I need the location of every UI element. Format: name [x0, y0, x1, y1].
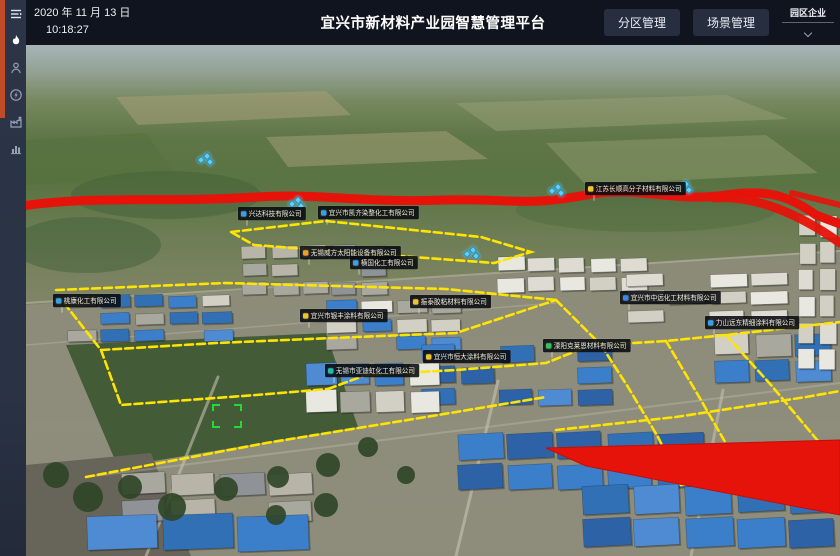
company-marker-icon	[353, 260, 358, 265]
company-label-text: 宜兴市凯齐染整化工有限公司	[329, 208, 415, 218]
company-marker-icon	[426, 354, 431, 359]
company-marker-icon	[303, 250, 308, 255]
smart-park-dashboard: 2020 年 11 月 13 日 10:18:27 宜兴市新材料产业园智慧管理平…	[0, 0, 840, 556]
menu-icon[interactable]	[6, 4, 26, 24]
company-label[interactable]: 宜兴市中远化工材料有限公司	[620, 291, 721, 304]
bar-chart-icon[interactable]	[6, 139, 26, 159]
company-label[interactable]: 无锡市亚迪虹化工有限公司	[325, 364, 419, 377]
factory-icon[interactable]	[6, 112, 26, 132]
company-label-text: 宜兴市恒大涂料有限公司	[434, 352, 507, 362]
company-marker-icon	[546, 343, 551, 348]
sensor-marker[interactable]	[197, 152, 215, 166]
company-marker-icon	[56, 298, 61, 303]
company-label[interactable]: 江苏长顺高分子材料有限公司	[585, 182, 686, 195]
company-marker-icon	[623, 295, 628, 300]
company-label[interactable]: 宜兴市恒大涂料有限公司	[423, 350, 511, 363]
company-label[interactable]: 振泰胶粘材料有限公司	[410, 295, 491, 308]
selection-bracket	[212, 404, 242, 428]
map-viewport[interactable]: 兴达科技有限公司宜兴市凯齐染整化工有限公司无锡威方太阳能设备有限公司横国化工有限…	[26, 45, 840, 556]
left-sidebar	[0, 0, 26, 556]
company-label[interactable]: 宜兴市凯齐染整化工有限公司	[318, 206, 419, 219]
company-label[interactable]: 桃康化工有限公司	[53, 294, 121, 307]
company-marker-icon	[708, 320, 713, 325]
company-label[interactable]: 宜兴市银丰涂料有限公司	[300, 309, 388, 322]
company-label-text: 宜兴市中远化工材料有限公司	[631, 293, 717, 303]
enterprise-dropdown-label: 园区企业	[782, 6, 834, 23]
company-label-text: 横国化工有限公司	[361, 258, 414, 268]
company-marker-icon	[413, 299, 418, 304]
company-marker-icon	[241, 211, 246, 216]
company-label[interactable]: 兴达科技有限公司	[238, 207, 306, 220]
chevron-down-icon	[804, 29, 812, 37]
company-label-text: 力山远东精细涂料有限公司	[716, 318, 795, 328]
sensor-marker[interactable]	[463, 246, 481, 260]
company-label-text: 桃康化工有限公司	[64, 296, 117, 306]
sensor-marker[interactable]	[548, 183, 566, 197]
company-marker-icon	[303, 313, 308, 318]
company-marker-icon	[328, 368, 333, 373]
company-label-text: 江苏长顺高分子材料有限公司	[596, 184, 682, 194]
power-icon[interactable]	[6, 85, 26, 105]
company-label-text: 宜兴市银丰涂料有限公司	[311, 311, 384, 321]
top-bar: 2020 年 11 月 13 日 10:18:27 宜兴市新材料产业园智慧管理平…	[26, 0, 840, 45]
company-marker-icon	[588, 186, 593, 191]
company-label-text: 无锡市亚迪虹化工有限公司	[336, 366, 415, 376]
fire-icon[interactable]	[6, 31, 26, 51]
scene-manage-button[interactable]: 场景管理	[693, 9, 769, 36]
zone-manage-button[interactable]: 分区管理	[604, 9, 680, 36]
company-label-text: 振泰胶粘材料有限公司	[421, 297, 487, 307]
company-label[interactable]: 横国化工有限公司	[350, 256, 418, 269]
company-label-text: 兴达科技有限公司	[249, 209, 302, 219]
enterprise-dropdown[interactable]: 园区企业	[782, 4, 834, 41]
company-label-text: 溧阳克莱恩材料有限公司	[554, 341, 627, 351]
company-marker-icon	[321, 210, 326, 215]
person-icon[interactable]	[6, 58, 26, 78]
company-label[interactable]: 力山远东精细涂料有限公司	[705, 316, 799, 329]
company-label[interactable]: 溧阳克莱恩材料有限公司	[543, 339, 631, 352]
